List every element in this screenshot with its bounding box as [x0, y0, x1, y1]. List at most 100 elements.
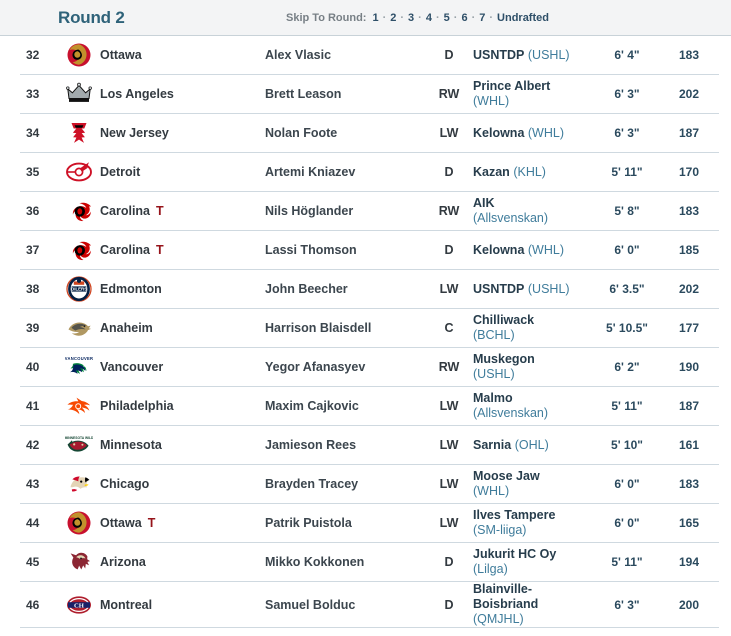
- skip-to-round-5[interactable]: 5: [444, 12, 450, 24]
- player-name[interactable]: Harrison Blaisdell: [265, 309, 425, 347]
- team-cell[interactable]: Arizona: [100, 543, 265, 581]
- team-cell[interactable]: Carolina T: [100, 192, 265, 230]
- table-row[interactable]: 41 Philadelphia Maxim Cajkovic LW Malmo (Alls…: [20, 387, 719, 426]
- trade-indicator[interactable]: T: [148, 516, 156, 530]
- table-row[interactable]: 40 VANCOUVER Vancouver Yegor Afanasyev RW Mus…: [20, 348, 719, 387]
- club-cell: Kelowna (WHL): [473, 114, 593, 152]
- team-cell[interactable]: Ottawa: [100, 36, 265, 74]
- player-name[interactable]: Mikko Kokkonen: [265, 543, 425, 581]
- team-name: Ottawa: [100, 48, 142, 62]
- player-name[interactable]: Jamieson Rees: [265, 426, 425, 464]
- blackhawks-logo: [58, 465, 100, 503]
- player-height: 6' 4": [614, 48, 640, 62]
- table-row[interactable]: 37 Carolina T Lassi Thomson D Kelowna (WHL) 6'…: [20, 231, 719, 270]
- player-position: LW: [439, 282, 459, 296]
- team-name: New Jersey: [100, 126, 169, 140]
- svg-text:MINNESOTA WILD: MINNESOTA WILD: [65, 436, 93, 440]
- table-row[interactable]: 43 Chicago Brayden Tracey LW Moose Jaw (WHL) 6…: [20, 465, 719, 504]
- player-height: 5' 11": [611, 399, 643, 413]
- player-weight: 200: [678, 597, 700, 612]
- team-cell[interactable]: Anaheim: [100, 309, 265, 347]
- senators-logo: [58, 504, 100, 542]
- pick-number: 35: [26, 165, 40, 179]
- skip-separator: ·: [471, 11, 476, 24]
- player-name[interactable]: Alex Vlasic: [265, 36, 425, 74]
- player-position: LW: [439, 126, 459, 140]
- team-cell[interactable]: Philadelphia: [100, 387, 265, 425]
- table-row[interactable]: 36 Carolina T Nils Höglander RW AIK (Allsvensk…: [20, 192, 719, 231]
- table-row[interactable]: 34 New Jersey Nolan Foote LW Kelowna (WHL) 6'…: [20, 114, 719, 153]
- player-name[interactable]: Patrik Puistola: [265, 504, 425, 542]
- skip-to-round-7[interactable]: 7: [479, 12, 485, 24]
- club-name: USNTDP: [473, 281, 525, 296]
- club-league: (WHL): [527, 242, 564, 257]
- club-name: Blainville- Boisbriand: [473, 582, 539, 611]
- team-cell[interactable]: Montreal: [100, 582, 265, 627]
- player-weight: 161: [678, 438, 700, 452]
- table-row[interactable]: 44 Ottawa T Patrik Puistola LW Ilves Tampere(…: [20, 504, 719, 543]
- skip-to-round-4[interactable]: 4: [426, 12, 432, 24]
- senators-logo: [58, 36, 100, 74]
- skip-to-round-label: Skip To Round:: [286, 11, 367, 24]
- club-league: (OHL): [514, 437, 549, 452]
- player-height: 5' 10.5": [606, 321, 648, 335]
- team-name: Detroit: [100, 165, 141, 179]
- skip-to-round-undrafted[interactable]: Undrafted: [497, 12, 549, 24]
- team-name: Carolina: [100, 243, 151, 257]
- table-row[interactable]: 42 MINNESOTA WILD Minnesota Jamieson Rees LW…: [20, 426, 719, 465]
- trade-indicator[interactable]: T: [156, 204, 164, 218]
- club-cell: Sarnia (OHL): [473, 426, 593, 464]
- skip-to-round-2[interactable]: 2: [390, 12, 396, 24]
- team-name: Montreal: [100, 597, 153, 612]
- team-cell[interactable]: Carolina T: [100, 231, 265, 269]
- player-name[interactable]: John Beecher: [265, 270, 425, 308]
- player-position: LW: [439, 399, 459, 413]
- team-cell[interactable]: Edmonton: [100, 270, 265, 308]
- player-name[interactable]: Nolan Foote: [265, 114, 425, 152]
- player-height: 6' 0": [614, 243, 640, 257]
- skip-to-round-6[interactable]: 6: [461, 12, 467, 24]
- player-name[interactable]: Brett Leason: [265, 75, 425, 113]
- trade-indicator[interactable]: T: [156, 243, 164, 257]
- table-row[interactable]: 39 Anaheim Harrison Blaisdell C Chilliwack (B…: [20, 309, 719, 348]
- team-cell[interactable]: Los Angeles: [100, 75, 265, 113]
- team-cell[interactable]: Minnesota: [100, 426, 265, 464]
- player-weight: 202: [678, 87, 700, 101]
- canadiens-logo: CH: [58, 582, 100, 627]
- club-name: Malmo: [473, 391, 513, 405]
- table-row[interactable]: 32 Ottawa Alex Vlasic D USNTDP (USHL) 6' 4" 18…: [20, 36, 719, 75]
- team-cell[interactable]: Ottawa T: [100, 504, 265, 542]
- player-name[interactable]: Lassi Thomson: [265, 231, 425, 269]
- player-name[interactable]: Artemi Kniazev: [265, 153, 425, 191]
- player-name[interactable]: Samuel Bolduc: [265, 582, 425, 627]
- team-cell[interactable]: Detroit: [100, 153, 265, 191]
- team-name: Philadelphia: [100, 399, 174, 413]
- table-row[interactable]: 45 Arizona Mikko Kokkonen D Jukurit HC Oy (Li…: [20, 543, 719, 582]
- skip-to-round-nav: Skip To Round: 1 · 2 · 3 · 4 · 5 · 6 · 7 · Undrafted: [286, 12, 549, 24]
- skip-separator: ·: [382, 11, 387, 24]
- club-league: (USHL): [527, 47, 570, 62]
- club-league: (BCHL): [473, 328, 515, 342]
- club-name: Sarnia: [473, 437, 512, 452]
- table-row[interactable]: 38 OILERS Edmonton John Beecher LW USNTDP (US…: [20, 270, 719, 309]
- club-league: (QMJHL): [473, 612, 524, 626]
- table-row[interactable]: 35 Detroit Artemi Kniazev D Kazan (KHL) 5' 11…: [20, 153, 719, 192]
- team-name: Minnesota: [100, 438, 162, 452]
- skip-to-round-3[interactable]: 3: [408, 12, 414, 24]
- team-cell[interactable]: New Jersey: [100, 114, 265, 152]
- skip-to-round-1[interactable]: 1: [372, 12, 378, 24]
- player-name[interactable]: Brayden Tracey: [265, 465, 425, 503]
- pick-number: 44: [26, 516, 40, 530]
- player-name[interactable]: Maxim Cajkovic: [265, 387, 425, 425]
- pick-number: 39: [26, 321, 40, 335]
- player-name[interactable]: Nils Höglander: [265, 192, 425, 230]
- club-cell: Malmo (Allsvenskan): [473, 387, 593, 425]
- club-cell: AIK (Allsvenskan): [473, 192, 593, 230]
- table-row[interactable]: 46 CH Montreal Samuel Bolduc D Blainville- Boi…: [20, 582, 719, 628]
- team-cell[interactable]: Vancouver: [100, 348, 265, 386]
- club-league: (WHL): [473, 94, 510, 108]
- player-name[interactable]: Yegor Afanasyev: [265, 348, 425, 386]
- pick-number: 42: [26, 438, 40, 452]
- table-row[interactable]: 33 Los Angeles Brett Leason RW Prince Albert…: [20, 75, 719, 114]
- team-cell[interactable]: Chicago: [100, 465, 265, 503]
